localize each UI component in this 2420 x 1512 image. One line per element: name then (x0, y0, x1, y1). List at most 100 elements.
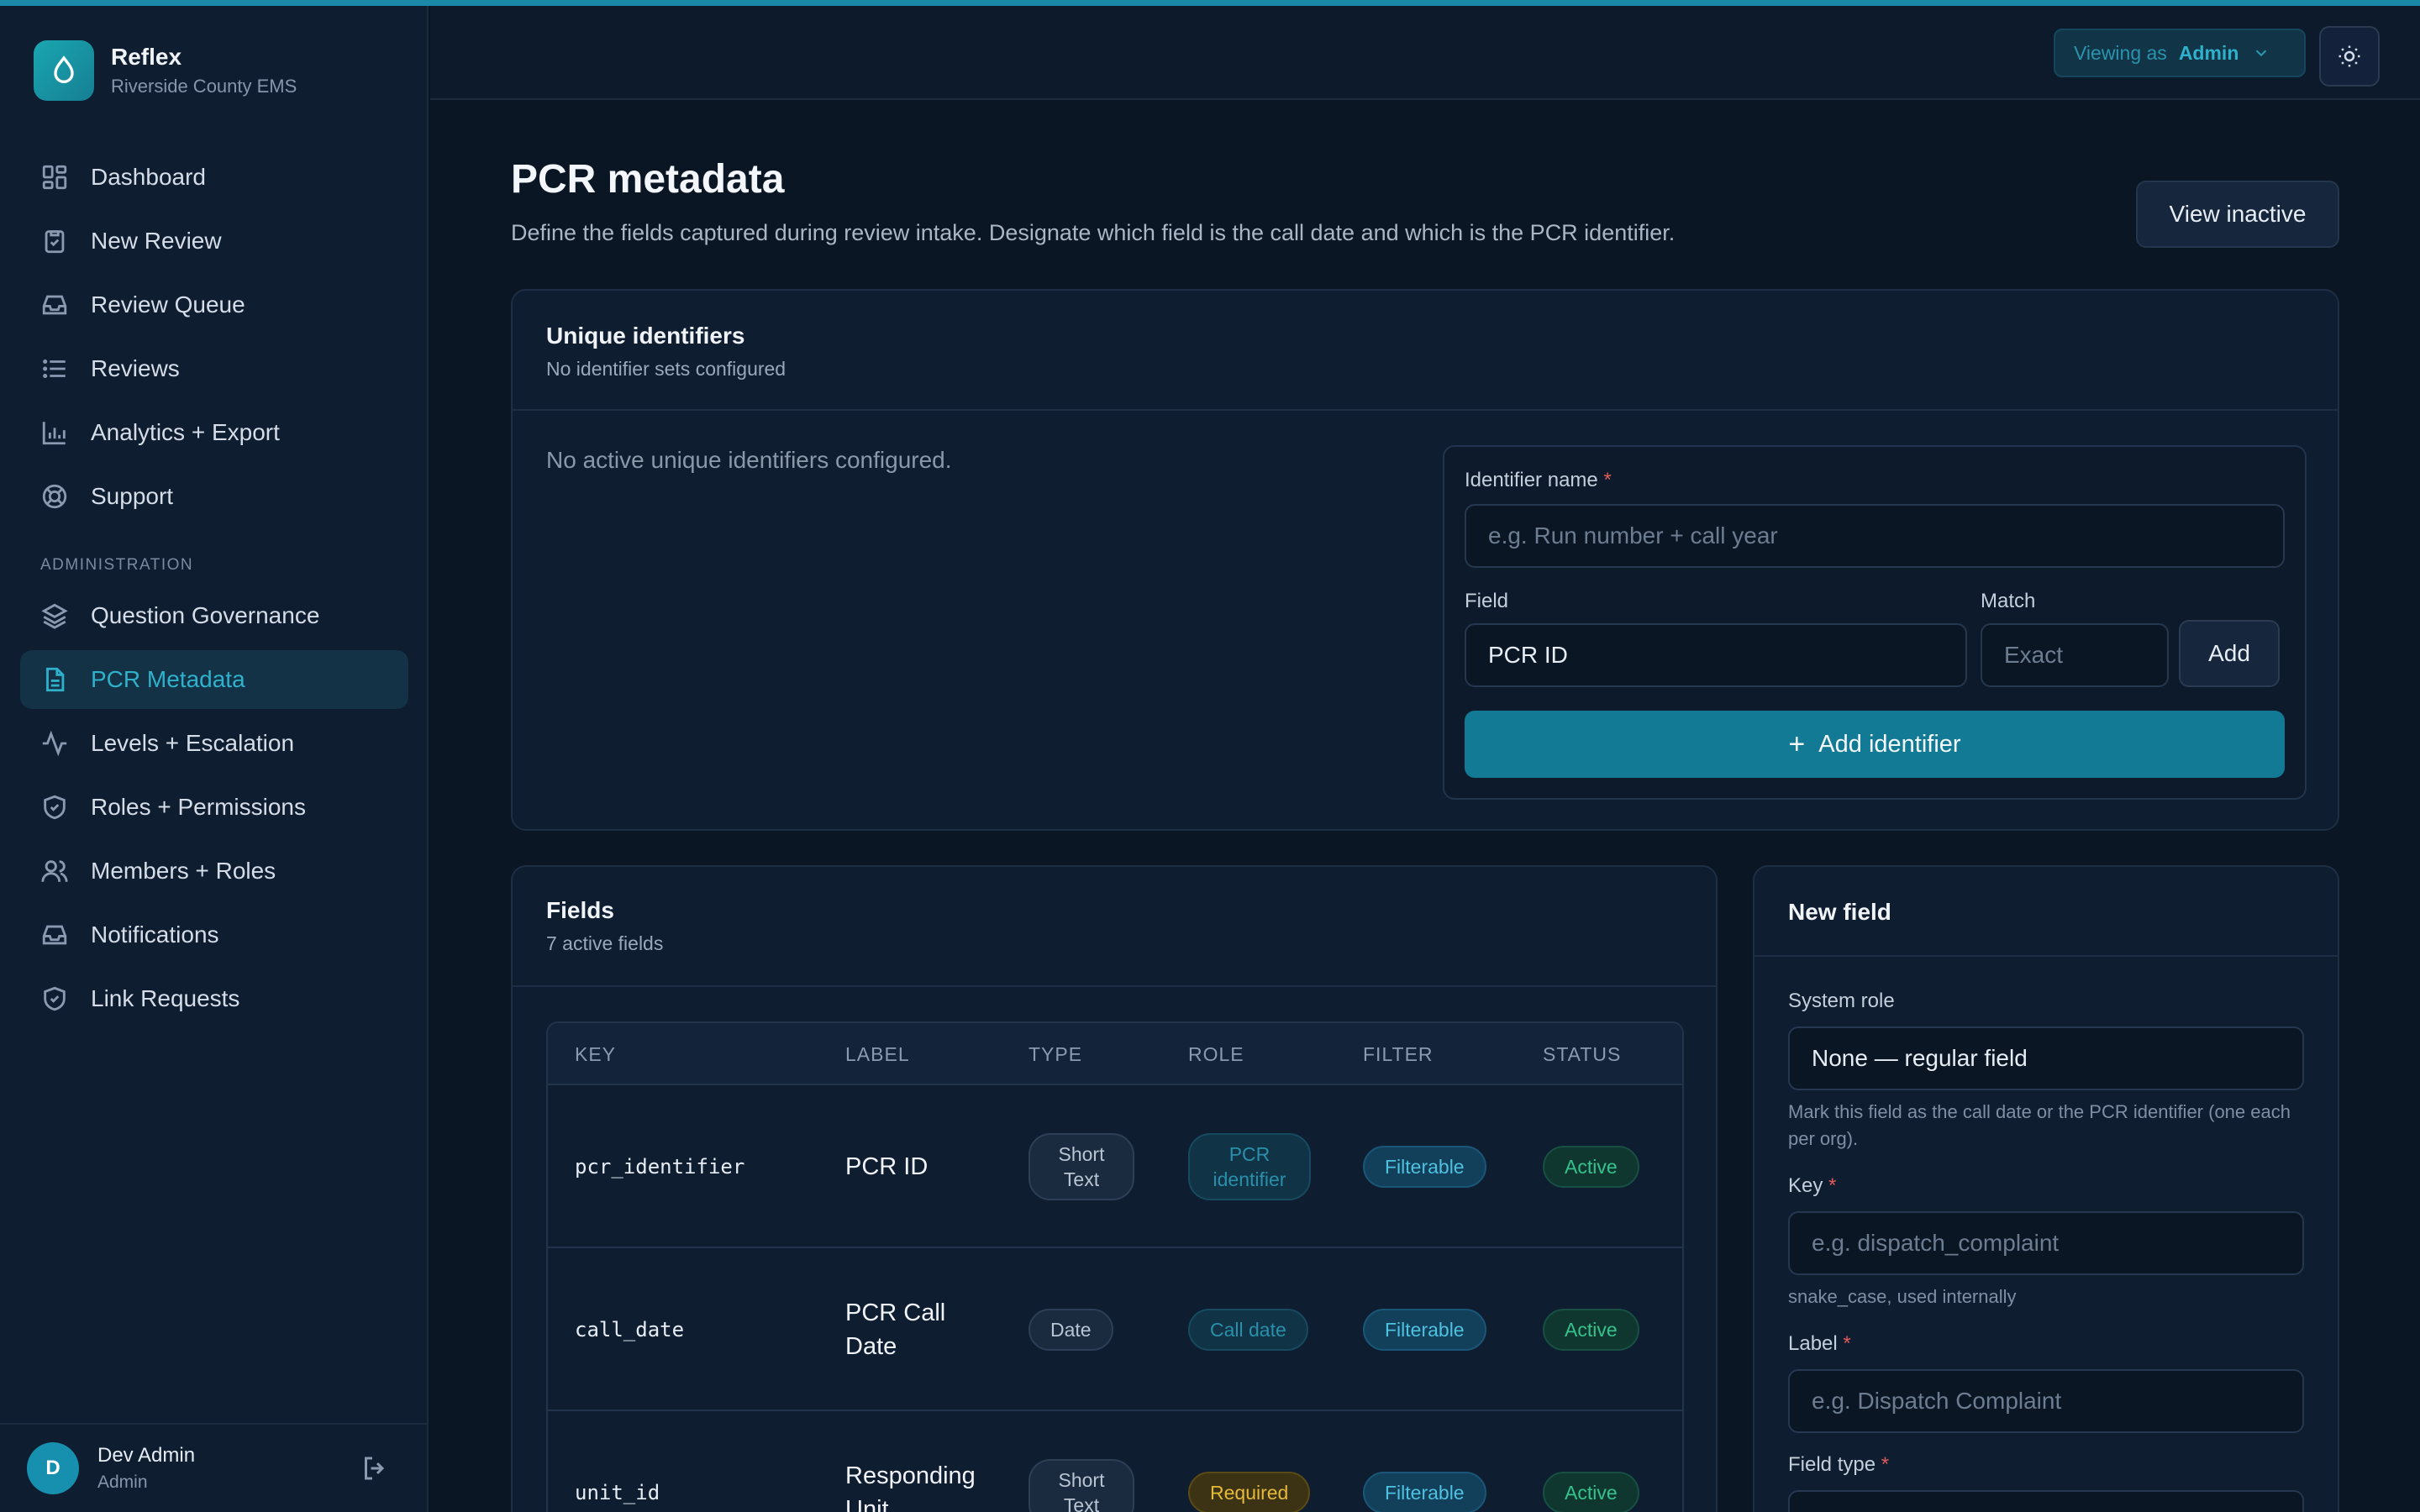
dashboard-icon (40, 163, 69, 192)
user-name: Dev Admin (97, 1444, 196, 1467)
role-badge: Required (1188, 1472, 1311, 1512)
type-badge: Date (1028, 1309, 1113, 1351)
users-icon (40, 857, 69, 885)
brand-name: Reflex (111, 44, 182, 70)
nav-section-administration: ADMINISTRATION (40, 556, 194, 574)
sidebar-item-analytics-export[interactable]: Analytics + Export (20, 403, 408, 462)
role-badge: Call date (1188, 1309, 1308, 1351)
sidebar-item-notifications[interactable]: Notifications (20, 906, 408, 964)
clipboard-check-icon (40, 227, 69, 255)
top-header: Viewing as Admin (430, 6, 2420, 100)
page-title: PCR metadata (511, 157, 785, 202)
fields-table: KEY LABEL TYPE ROLE FILTER STATUS pcr_id… (546, 1021, 1684, 1512)
plus-icon: + (1788, 727, 1806, 760)
table-row[interactable]: call_date PCR Call Date Date Call date F… (548, 1248, 1682, 1411)
sidebar-item-dashboard[interactable]: Dashboard (20, 148, 408, 207)
sidebar-nav: Dashboard New Review Review Queue Review… (20, 148, 408, 1033)
match-label: Match (1981, 590, 2036, 612)
top-accent-bar (0, 0, 2420, 6)
type-badge: Short Text (1028, 1133, 1134, 1200)
field-key: unit_id (575, 1481, 660, 1504)
key-help: snake_case, used internally (1788, 1286, 2017, 1307)
field-select[interactable]: PCR ID (1465, 623, 1967, 687)
sidebar-item-members-roles[interactable]: Members + Roles (20, 842, 408, 900)
droplet-icon (34, 40, 94, 101)
chevron-down-icon (2256, 50, 2267, 57)
inbox-icon (40, 921, 69, 949)
card-title: Unique identifiers (546, 323, 745, 349)
sidebar-item-support[interactable]: Support (20, 467, 408, 526)
column-header-type[interactable]: TYPE (1028, 1043, 1082, 1066)
logout-icon[interactable] (360, 1453, 390, 1483)
status-badge: Active (1543, 1472, 1639, 1512)
system-role-select[interactable]: None — regular field (1788, 1026, 2304, 1090)
activity-icon (40, 729, 69, 758)
divider (513, 409, 2338, 411)
column-header-filter[interactable]: FILTER (1363, 1043, 1434, 1066)
sidebar-item-pcr-metadata[interactable]: PCR Metadata (20, 650, 408, 709)
field-type-select[interactable] (1788, 1490, 2304, 1512)
sidebar-item-reviews[interactable]: Reviews (20, 339, 408, 398)
table-row[interactable]: unit_id Responding Unit Short Text Requi… (548, 1411, 1682, 1512)
divider (1754, 955, 2338, 957)
viewing-as-value: Admin (2178, 41, 2239, 64)
field-label: PCR Call Date (845, 1299, 946, 1360)
column-header-status[interactable]: STATUS (1543, 1043, 1621, 1066)
card-subtitle: 7 active fields (546, 932, 664, 954)
card-title: Fields (546, 897, 614, 923)
brand-org: Riverside County EMS (111, 76, 297, 97)
sun-icon (2338, 45, 2360, 67)
sidebar-item-new-review[interactable]: New Review (20, 212, 408, 270)
sidebar: Reflex Riverside County EMS Dashboard Ne… (0, 0, 429, 1512)
label-label: Label * (1788, 1332, 1851, 1355)
lifebuoy-icon (40, 482, 69, 511)
sidebar-item-label: Dashboard (91, 164, 206, 190)
shield-check-icon (40, 793, 69, 822)
shield-check-icon (40, 984, 69, 1013)
bar-chart-icon (40, 418, 69, 447)
card-title: New field (1788, 899, 1891, 925)
avatar[interactable]: D (27, 1442, 79, 1494)
layers-icon (40, 601, 69, 630)
sidebar-item-label: Question Governance (91, 602, 320, 628)
view-inactive-button[interactable]: View inactive (2136, 181, 2339, 248)
add-field-button[interactable]: Add (2179, 620, 2280, 687)
sidebar-item-link-requests[interactable]: Link Requests (20, 969, 408, 1028)
table-row[interactable]: pcr_identifier PCR ID Short Text PCR ide… (548, 1085, 1682, 1248)
filter-badge: Filterable (1363, 1472, 1486, 1512)
theme-toggle-button[interactable] (2319, 26, 2380, 87)
sidebar-item-levels-escalation[interactable]: Levels + Escalation (20, 714, 408, 773)
file-icon (40, 665, 69, 694)
user-role: Admin (97, 1473, 148, 1492)
list-icon (40, 354, 69, 383)
field-key: pcr_identifier (575, 1155, 745, 1179)
brand[interactable]: Reflex Riverside County EMS (34, 40, 297, 101)
system-role-help: Mark this field as the call date or the … (1788, 1101, 2291, 1149)
column-header-role[interactable]: ROLE (1188, 1043, 1244, 1066)
column-header-key[interactable]: KEY (575, 1043, 616, 1066)
identifier-name-input[interactable]: e.g. Run number + call year (1465, 504, 2285, 568)
field-key: call_date (575, 1318, 685, 1341)
status-badge: Active (1543, 1309, 1639, 1351)
sidebar-item-label: Levels + Escalation (91, 730, 295, 756)
label-input[interactable]: e.g. Dispatch Complaint (1788, 1369, 2304, 1433)
inbox-icon (40, 291, 69, 319)
sidebar-item-question-governance[interactable]: Question Governance (20, 586, 408, 645)
new-field-card: New field System role None — regular fie… (1753, 865, 2339, 1512)
sidebar-item-roles-permissions[interactable]: Roles + Permissions (20, 778, 408, 837)
sidebar-item-label: PCR Metadata (91, 666, 245, 692)
card-subtitle: No identifier sets configured (546, 358, 786, 380)
key-input[interactable]: e.g. dispatch_complaint (1788, 1211, 2304, 1275)
status-badge: Active (1543, 1146, 1639, 1188)
column-header-label[interactable]: LABEL (845, 1043, 910, 1066)
match-select[interactable]: Exact (1981, 623, 2169, 687)
sidebar-item-label: Members + Roles (91, 858, 276, 884)
role-badge: PCR identifier (1188, 1133, 1311, 1200)
divider (513, 985, 1716, 987)
viewing-as-dropdown[interactable]: Viewing as Admin (2054, 29, 2306, 77)
viewing-as-label: Viewing as (2074, 41, 2167, 64)
sidebar-item-label: Support (91, 483, 174, 509)
sidebar-item-review-queue[interactable]: Review Queue (20, 276, 408, 334)
add-identifier-button[interactable]: + Add identifier (1465, 711, 2285, 778)
user-bar: D Dev Admin Admin (0, 1423, 429, 1512)
